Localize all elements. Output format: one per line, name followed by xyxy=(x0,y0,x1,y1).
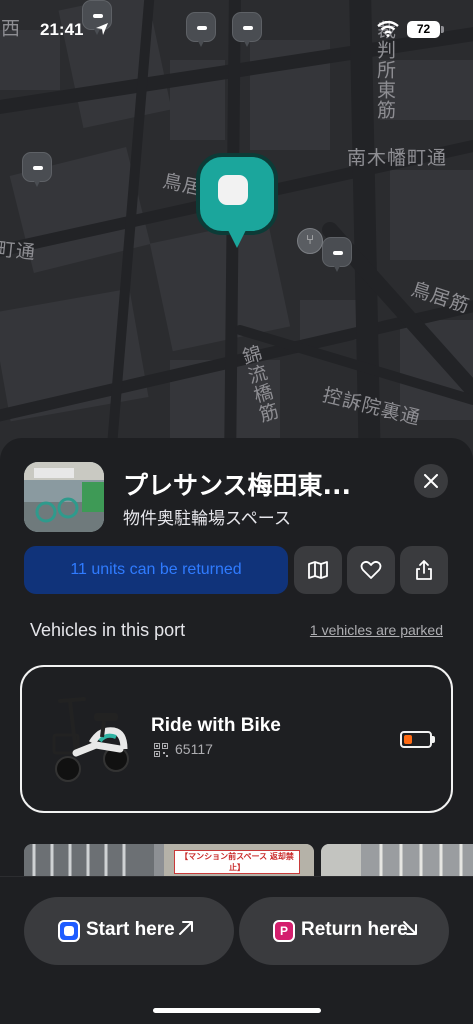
map-pin[interactable] xyxy=(22,152,52,188)
port-photo xyxy=(24,462,104,532)
action-footer: Start here P Return here xyxy=(0,876,473,1024)
return-here-button[interactable]: P Return here xyxy=(239,897,449,965)
status-time: 21:41 xyxy=(40,20,84,39)
map-icon xyxy=(308,561,328,579)
map-button[interactable] xyxy=(294,546,342,594)
vehicle-card[interactable]: Ride with Bike 65117 xyxy=(20,665,453,813)
location-arrow-icon xyxy=(96,23,108,35)
street-label-machi-dori: 町通 xyxy=(0,237,37,265)
port-subtitle: 物件奥駐輪場スペース xyxy=(123,509,291,529)
map-view[interactable]: 西 裁判所東筋 南木幡町通 鳥居 町通 鳥居筋 控訴院裏通 錦流橋筋 ⑂ xyxy=(0,0,473,470)
restaurant-icon[interactable]: ⑂ xyxy=(297,228,323,254)
home-indicator xyxy=(153,1008,321,1013)
favorite-button[interactable] xyxy=(347,546,395,594)
start-badge-icon xyxy=(58,920,80,942)
battery-nub xyxy=(441,26,444,33)
arrow-up-right-icon xyxy=(179,921,193,935)
no-return-sign: 【マンション前スペース 返却禁止】 xyxy=(174,850,300,874)
share-icon xyxy=(416,560,432,580)
share-button[interactable] xyxy=(400,546,448,594)
return-capacity-badge: 11 units can be returned xyxy=(24,546,288,594)
selected-port-pin[interactable] xyxy=(196,153,278,253)
return-here-label: Return here xyxy=(301,919,408,940)
map-pin[interactable] xyxy=(322,237,352,273)
vehicle-name: Ride with Bike xyxy=(151,715,281,736)
arrow-down-right-icon xyxy=(403,921,417,935)
vehicles-heading: Vehicles in this port xyxy=(30,620,186,640)
start-here-button[interactable]: Start here xyxy=(24,897,234,965)
street-label-minami-kihata: 南木幡町通 xyxy=(347,147,448,169)
vehicle-battery-fill xyxy=(404,735,412,744)
close-button[interactable] xyxy=(414,464,448,498)
wifi-icon xyxy=(377,21,399,37)
port-thumbnail[interactable] xyxy=(24,462,104,532)
vehicle-id: 65117 xyxy=(175,741,213,757)
start-here-label: Start here xyxy=(86,919,175,940)
parked-vehicles-link[interactable]: 1 vehicles are parked xyxy=(310,622,443,638)
qr-code-icon xyxy=(154,743,168,757)
status-bar: 21:41 72 xyxy=(0,0,473,56)
port-title: プレサンス梅田東... xyxy=(123,471,351,500)
e-bike-image xyxy=(52,697,129,782)
vehicle-battery-icon xyxy=(400,731,432,748)
vehicle-battery-nub xyxy=(432,736,435,743)
heart-icon xyxy=(360,560,382,579)
close-icon xyxy=(424,474,438,488)
parking-badge-icon: P xyxy=(273,920,295,942)
battery-icon: 72 xyxy=(407,21,440,38)
